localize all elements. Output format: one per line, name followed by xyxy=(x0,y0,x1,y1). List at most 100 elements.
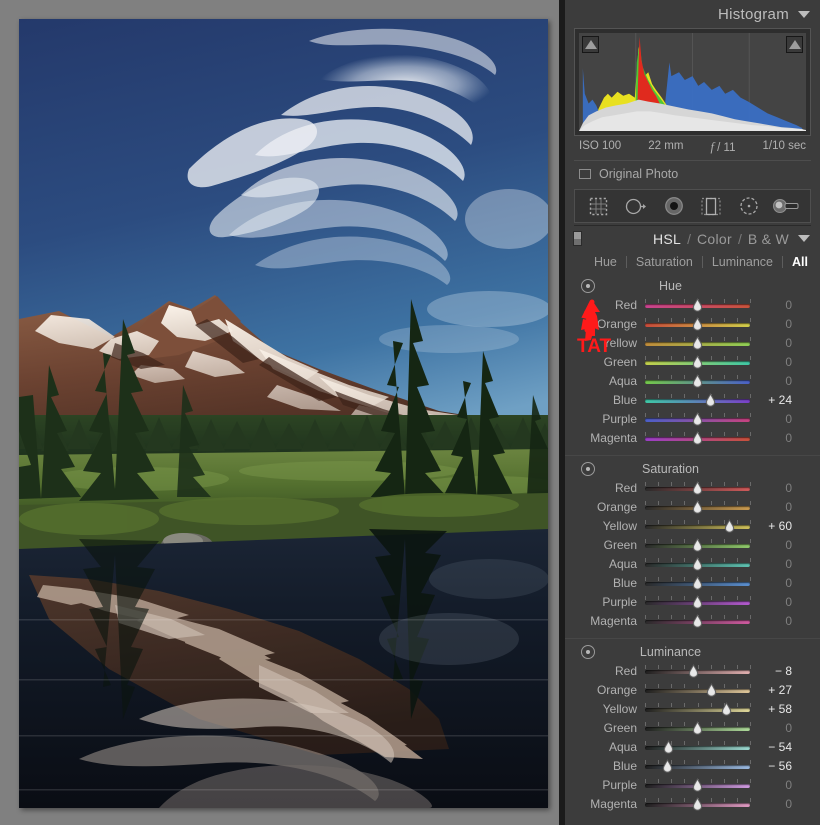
slider-value[interactable]: + 60 xyxy=(750,517,802,536)
slider-value[interactable]: − 54 xyxy=(750,738,802,757)
tab-all[interactable]: All xyxy=(783,255,810,269)
slider-handle[interactable] xyxy=(690,298,705,313)
slider-saturation-green[interactable] xyxy=(645,536,751,555)
slider-luminance-red[interactable] xyxy=(645,662,751,681)
slider-hue-purple[interactable] xyxy=(645,410,751,429)
slider-handle[interactable] xyxy=(690,778,705,793)
slider-value[interactable]: 0 xyxy=(750,296,802,315)
slider-value[interactable]: 0 xyxy=(750,536,802,555)
slider-handle[interactable] xyxy=(690,374,705,389)
slider-value[interactable]: 0 xyxy=(750,429,802,448)
slider-hue-yellow[interactable] xyxy=(645,334,751,353)
slider-handle[interactable] xyxy=(690,336,705,351)
original-photo-checkbox[interactable] xyxy=(579,169,591,179)
slider-handle[interactable] xyxy=(660,759,675,774)
slider-handle[interactable] xyxy=(690,317,705,332)
slider-value[interactable]: 0 xyxy=(750,776,802,795)
hsl-mode-color[interactable]: Color xyxy=(697,231,732,247)
slider-handle[interactable] xyxy=(690,500,705,515)
slider-handle[interactable] xyxy=(703,393,718,408)
slider-hue-magenta[interactable] xyxy=(645,429,751,448)
slider-handle[interactable] xyxy=(690,538,705,553)
histogram-panel-header[interactable]: Histogram xyxy=(565,0,820,28)
histogram-plot[interactable] xyxy=(579,33,806,131)
slider-handle[interactable] xyxy=(690,355,705,370)
slider-luminance-magenta[interactable] xyxy=(645,795,751,814)
slider-value[interactable]: − 56 xyxy=(750,757,802,776)
slider-saturation-purple[interactable] xyxy=(645,593,751,612)
slider-saturation-magenta[interactable] xyxy=(645,612,751,631)
slider-handle[interactable] xyxy=(690,721,705,736)
slider-value[interactable]: 0 xyxy=(750,315,802,334)
original-photo-toggle[interactable]: Original Photo xyxy=(565,161,820,188)
slider-handle[interactable] xyxy=(661,740,676,755)
shadow-clipping-indicator[interactable] xyxy=(582,36,599,53)
slider-track[interactable] xyxy=(645,689,750,693)
slider-value[interactable]: 0 xyxy=(750,593,802,612)
slider-value[interactable]: 0 xyxy=(750,410,802,429)
slider-saturation-orange[interactable] xyxy=(645,498,751,517)
slider-handle[interactable] xyxy=(690,614,705,629)
slider-track[interactable] xyxy=(645,399,750,403)
slider-hue-red[interactable] xyxy=(645,296,751,315)
slider-value[interactable]: 0 xyxy=(750,719,802,738)
slider-saturation-red[interactable] xyxy=(645,479,751,498)
slider-handle[interactable] xyxy=(690,431,705,446)
slider-handle[interactable] xyxy=(686,664,701,679)
slider-value[interactable]: 0 xyxy=(750,498,802,517)
slider-hue-orange[interactable] xyxy=(645,315,751,334)
slider-handle[interactable] xyxy=(690,557,705,572)
slider-value[interactable]: 0 xyxy=(750,353,802,372)
slider-value[interactable]: + 58 xyxy=(750,700,802,719)
slider-handle[interactable] xyxy=(704,683,719,698)
graduated-filter-tool[interactable] xyxy=(696,193,726,219)
slider-saturation-yellow[interactable] xyxy=(645,517,751,536)
slider-hue-blue[interactable] xyxy=(645,391,751,410)
tab-saturation[interactable]: Saturation xyxy=(627,255,702,269)
slider-handle[interactable] xyxy=(722,519,737,534)
slider-luminance-purple[interactable] xyxy=(645,776,751,795)
slider-luminance-green[interactable] xyxy=(645,719,751,738)
spot-removal-tool[interactable] xyxy=(621,193,651,219)
adjustment-brush-tool[interactable] xyxy=(771,193,801,219)
slider-saturation-aqua[interactable] xyxy=(645,555,751,574)
triangle-down-icon[interactable] xyxy=(798,10,810,18)
hsl-mode-hsl[interactable]: HSL xyxy=(653,231,681,247)
hsl-mode-bw[interactable]: B & W xyxy=(748,231,789,247)
slider-value[interactable]: 0 xyxy=(750,334,802,353)
slider-value[interactable]: 0 xyxy=(750,479,802,498)
slider-handle[interactable] xyxy=(690,595,705,610)
radial-filter-tool[interactable] xyxy=(734,193,764,219)
slider-handle[interactable] xyxy=(690,797,705,812)
slider-saturation-blue[interactable] xyxy=(645,574,751,593)
targeted-adjustment-tool-icon[interactable] xyxy=(581,462,595,476)
tab-hue[interactable]: Hue xyxy=(585,255,626,269)
triangle-down-icon[interactable] xyxy=(798,235,810,242)
slider-value[interactable]: 0 xyxy=(750,612,802,631)
tab-luminance[interactable]: Luminance xyxy=(703,255,782,269)
slider-luminance-orange[interactable] xyxy=(645,681,751,700)
slider-hue-green[interactable] xyxy=(645,353,751,372)
panel-enable-switch[interactable] xyxy=(573,231,582,246)
mountain-lake-reflection-photo[interactable] xyxy=(19,19,548,808)
red-eye-correction-tool[interactable] xyxy=(659,193,689,219)
slider-luminance-aqua[interactable] xyxy=(645,738,751,757)
slider-handle[interactable] xyxy=(690,481,705,496)
slider-handle[interactable] xyxy=(690,576,705,591)
slider-luminance-yellow[interactable] xyxy=(645,700,751,719)
crop-overlay-tool[interactable] xyxy=(584,193,614,219)
targeted-adjustment-tool-icon[interactable] xyxy=(581,645,595,659)
slider-value[interactable]: − 8 xyxy=(750,662,802,681)
slider-luminance-blue[interactable] xyxy=(645,757,751,776)
slider-value[interactable]: 0 xyxy=(750,555,802,574)
slider-value[interactable]: 0 xyxy=(750,574,802,593)
slider-value[interactable]: + 24 xyxy=(750,391,802,410)
highlight-clipping-indicator[interactable] xyxy=(786,36,803,53)
targeted-adjustment-tool-icon[interactable] xyxy=(581,279,595,293)
slider-value[interactable]: 0 xyxy=(750,795,802,814)
slider-hue-aqua[interactable] xyxy=(645,372,751,391)
slider-handle[interactable] xyxy=(690,412,705,427)
slider-value[interactable]: 0 xyxy=(750,372,802,391)
slider-handle[interactable] xyxy=(719,702,734,717)
slider-value[interactable]: + 27 xyxy=(750,681,802,700)
